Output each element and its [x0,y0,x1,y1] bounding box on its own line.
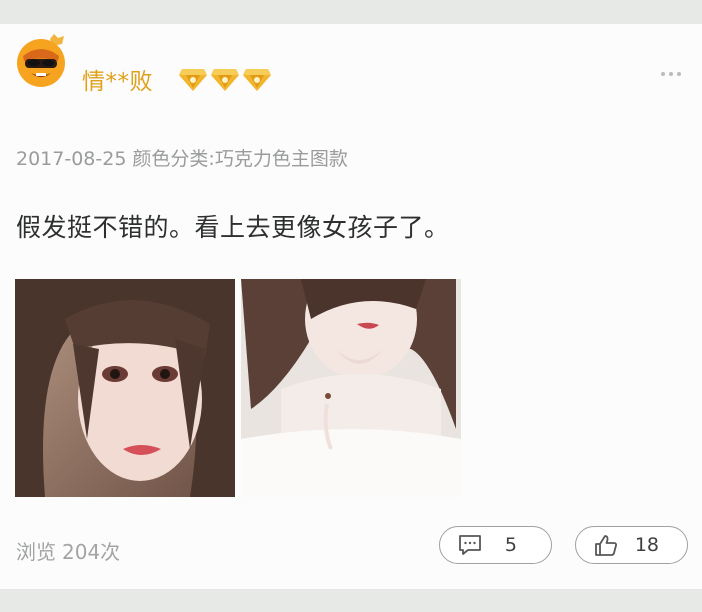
views-value: 204次 [62,540,121,564]
diamond-icon [211,69,239,91]
review-date: 2017-08-25 [16,148,127,170]
review-meta: 2017-08-25 颜色分类:巧克力色主图款 [16,144,348,171]
view-count: 浏览 204次 [16,536,120,565]
product-variant: 颜色分类:巧克力色主图款 [132,148,348,170]
review-photo[interactable] [15,279,235,497]
comment-count: 5 [504,534,517,556]
views-label: 浏览 [16,540,56,564]
comment-button[interactable]: 5 [439,526,552,564]
username[interactable]: 情**败 [82,62,153,96]
more-options-icon[interactable] [656,64,686,84]
bottom-divider [0,589,702,612]
user-avatar[interactable] [14,34,68,88]
review-photo[interactable] [241,279,461,497]
review-text: 假发挺不错的。看上去更像女孩子了。 [16,213,450,242]
like-count: 18 [634,534,659,556]
diamond-icon [179,69,207,91]
diamond-icon [243,69,271,91]
top-divider [0,0,702,24]
member-badge [178,66,272,92]
like-button[interactable]: 18 [575,526,688,564]
